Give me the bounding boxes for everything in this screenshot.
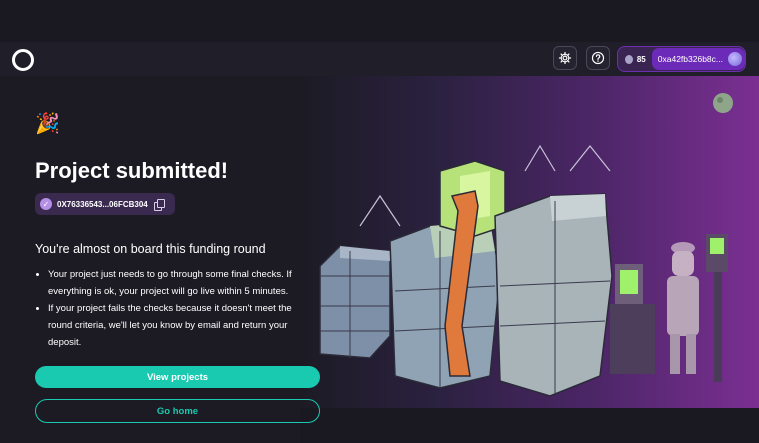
hero-illustration: [319, 93, 733, 397]
help-button[interactable]: [586, 46, 610, 70]
page-title: Project submitted!: [35, 158, 229, 183]
hero-bottom-band: [300, 408, 759, 443]
structure-right: [494, 193, 613, 397]
avatar: [728, 52, 742, 66]
wallet-balance: 85: [636, 54, 646, 64]
token-icon: [625, 54, 633, 64]
go-home-button[interactable]: Go home: [35, 399, 320, 423]
structure-left: [319, 245, 391, 359]
signal-post: [706, 234, 728, 382]
party-popper-icon: 🎉: [35, 113, 60, 135]
logo-ring-icon[interactable]: [12, 49, 34, 71]
project-hash-badge[interactable]: ✓ 0X76336543...06FCB304: [35, 193, 175, 215]
wallet-address: 0xa42fb326b8c...: [657, 54, 723, 64]
gear-icon: [558, 51, 572, 65]
planet-icon: [713, 93, 733, 113]
project-hash: 0X76336543...06FCB304: [57, 199, 148, 209]
worker-figure: [667, 242, 699, 374]
terminal: [610, 264, 655, 374]
browser-top-strip: [0, 0, 759, 42]
navbar: 85 0xa42fb326b8c...: [0, 42, 759, 76]
list-item: If your project fails the checks because…: [48, 300, 310, 351]
copy-icon[interactable]: [153, 199, 165, 211]
wallet-address-pill[interactable]: 0xa42fb326b8c...: [651, 48, 745, 70]
info-list: Your project just needs to go through so…: [35, 266, 310, 351]
wallet-button[interactable]: 85 0xa42fb326b8c...: [617, 46, 746, 72]
question-circle-icon: [591, 51, 605, 65]
check-circle-icon: ✓: [40, 198, 52, 210]
settings-button[interactable]: [553, 46, 577, 70]
list-item: Your project just needs to go through so…: [48, 266, 310, 300]
view-projects-button[interactable]: View projects: [35, 366, 320, 388]
subtitle: You're almost on board this funding roun…: [35, 242, 266, 256]
